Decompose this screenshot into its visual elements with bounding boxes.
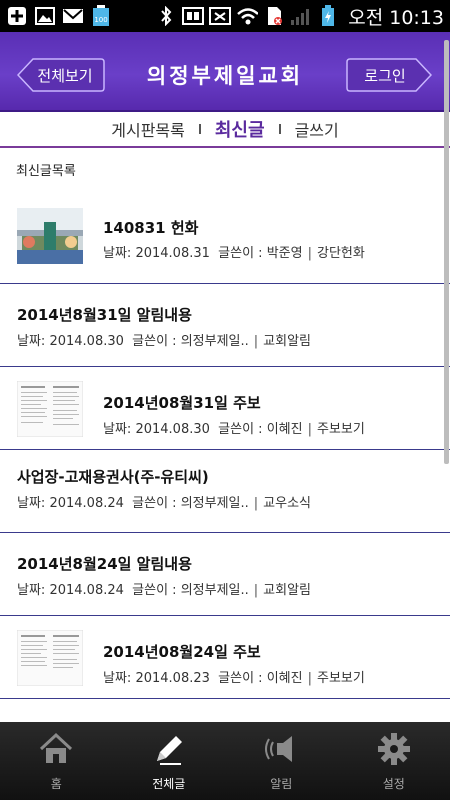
bluetooth-icon: [155, 6, 177, 26]
list-item[interactable]: 사업장-고재용권사(주-유티씨) 날짜: 2014.08.24 글쓴이 : 의정…: [0, 450, 450, 533]
login-button[interactable]: 로그인: [346, 58, 432, 92]
post-date: 2014.08.30: [49, 334, 124, 349]
post-category: 강단헌화: [316, 246, 365, 261]
clock-time: 오전 10:13: [348, 6, 444, 29]
list-item[interactable]: 140831 헌화 날짜: 2014.08.31 글쓴이 : 박준영 | 강단헌화: [0, 190, 450, 284]
nfc-icon: [182, 6, 205, 26]
post-title: 2014년08월31일 주보: [103, 394, 261, 412]
post-meta: 날짜: 2014.08.24 글쓴이 : 의정부제일.. | 교회알림: [17, 583, 312, 598]
charging-icon: [317, 5, 339, 26]
tab-write-post[interactable]: 글쓰기: [281, 117, 353, 141]
post-meta: 날짜: 2014.08.24 글쓴이 : 의정부제일.. | 교우소식: [17, 496, 312, 511]
post-author: 박준영: [266, 246, 303, 261]
signal-icon: [290, 6, 312, 26]
post-meta: 날짜: 2014.08.30 글쓴이 : 이혜진 | 주보보기: [103, 422, 365, 437]
post-date: 2014.08.23: [135, 671, 210, 686]
image-icon: [34, 6, 56, 26]
svg-text:100: 100: [94, 16, 107, 24]
silent-icon: [209, 6, 232, 26]
nav-settings-label: 설정: [382, 776, 405, 791]
nav-all-posts[interactable]: 전체글: [113, 722, 226, 800]
nav-all-posts-label: 전체글: [152, 776, 186, 791]
post-meta: 날짜: 2014.08.31 글쓴이 : 박준영 | 강단헌화: [103, 246, 365, 261]
altar-thumbnail: [17, 208, 83, 264]
post-title: 2014년8월24일 알림내용: [17, 555, 192, 573]
tab-latest-posts[interactable]: 최신글: [201, 116, 279, 142]
nav-notifications-label: 알림: [270, 776, 293, 791]
post-author: 이혜진: [266, 422, 303, 437]
post-category: 주보보기: [316, 671, 365, 686]
home-icon: [40, 732, 73, 763]
post-title: 2014년8월31일 알림내용: [17, 306, 192, 324]
post-meta: 날짜: 2014.08.23 글쓴이 : 이혜진 | 주보보기: [103, 671, 365, 686]
post-date: 2014.08.31: [135, 246, 210, 261]
wifi-icon: [236, 6, 259, 26]
post-title: 사업장-고재용권사(주-유티씨): [17, 468, 209, 486]
bulletin-thumbnail: [16, 629, 84, 687]
board-tab-bar: 게시판목록 최신글 글쓰기: [0, 112, 450, 148]
gear-icon: [377, 732, 410, 765]
scrollbar[interactable]: [444, 40, 449, 464]
post-date: 2014.08.24: [49, 496, 124, 511]
post-list: 140831 헌화 날짜: 2014.08.31 글쓴이 : 박준영 | 강단헌화 …: [0, 190, 450, 699]
post-date: 2014.08.30: [135, 422, 210, 437]
post-title: 2014년08월24일 주보: [103, 643, 261, 661]
post-category: 교회알림: [263, 583, 312, 598]
post-author: 의정부제일..: [180, 496, 249, 511]
plus-icon: [6, 6, 28, 26]
bottom-nav: 홈 전체글 알림 설정: [0, 722, 450, 800]
post-category: 교우소식: [263, 496, 312, 511]
list-item[interactable]: 2014년08월31일 주보 날짜: 2014.08.30 글쓴이 : 이혜진 |…: [0, 367, 450, 450]
post-date: 2014.08.24: [49, 583, 124, 598]
post-title: 140831 헌화: [103, 219, 199, 237]
post-category: 교회알림: [263, 334, 312, 349]
nav-notifications[interactable]: 알림: [225, 722, 338, 800]
list-item[interactable]: 2014년08월24일 주보 날짜: 2014.08.23 글쓴이 : 이혜진 |…: [0, 616, 450, 699]
list-item[interactable]: 2014년8월24일 알림내용 날짜: 2014.08.24 글쓴이 : 의정부…: [0, 533, 450, 616]
list-item[interactable]: 2014년8월31일 알림내용 날짜: 2014.08.30 글쓴이 : 의정부…: [0, 284, 450, 367]
gmail-icon: [62, 6, 84, 26]
nav-home[interactable]: 홈: [0, 722, 113, 800]
tab-board-list[interactable]: 게시판목록: [97, 117, 199, 141]
bulletin-thumbnail: [16, 380, 84, 438]
speaker-icon: [265, 735, 293, 762]
post-meta: 날짜: 2014.08.30 글쓴이 : 의정부제일.. | 교회알림: [17, 334, 312, 349]
app-header: 전체보기 의정부제일교회 로그인: [0, 32, 450, 112]
status-bar: 100 오전 10:13: [0, 0, 450, 32]
pencil-icon: [156, 735, 182, 765]
nav-settings[interactable]: 설정: [338, 722, 450, 800]
post-author: 의정부제일..: [180, 583, 249, 598]
battery-100-icon: 100: [90, 5, 112, 26]
login-label: 로그인: [364, 66, 406, 85]
nav-home-label: 홈: [50, 776, 62, 791]
list-heading: 최신글목록: [16, 164, 76, 179]
post-author: 의정부제일..: [180, 334, 249, 349]
post-author: 이혜진: [266, 671, 303, 686]
post-category: 주보보기: [316, 422, 365, 437]
sim-icon: [263, 6, 285, 26]
